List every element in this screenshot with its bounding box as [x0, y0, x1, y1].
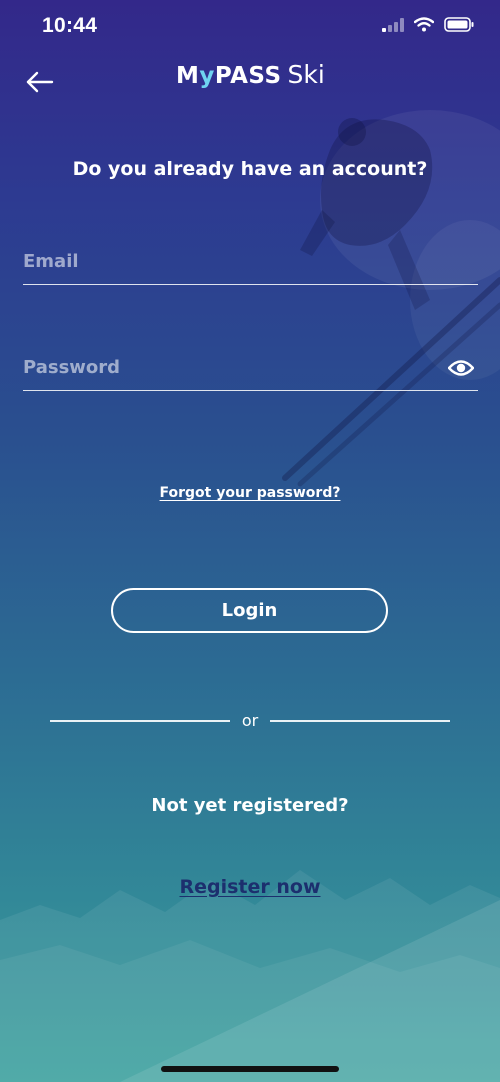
arrow-left-icon — [26, 71, 54, 93]
login-button[interactable]: Login — [111, 588, 388, 633]
status-bar: 10:44 — [0, 0, 500, 56]
status-icons — [382, 17, 474, 32]
or-divider: or — [50, 708, 450, 734]
battery-icon — [444, 17, 474, 32]
login-screen: 10:44 MyPASS Ski Do you already have an … — [0, 0, 500, 1082]
password-field-container — [23, 346, 478, 391]
password-field[interactable] — [23, 352, 423, 382]
page-title: Do you already have an account? — [72, 158, 428, 180]
logo-brand: MyPASS — [176, 63, 282, 89]
mypass-ski-logo: MyPASS Ski — [176, 60, 325, 100]
eye-icon[interactable] — [448, 358, 474, 378]
email-field-container — [23, 240, 478, 285]
email-field[interactable] — [23, 246, 423, 276]
status-time: 10:44 — [42, 14, 98, 37]
forgot-password-link[interactable]: Forgot your password? — [0, 485, 500, 501]
logo-sub: Ski — [287, 60, 325, 89]
back-button[interactable] — [24, 66, 56, 98]
not-registered-prompt: Not yet registered? — [151, 795, 349, 816]
wifi-icon — [414, 17, 434, 32]
register-now-link[interactable]: Register now — [0, 876, 500, 898]
home-indicator[interactable] — [161, 1066, 339, 1072]
divider-line-right — [270, 720, 450, 722]
cellular-signal-icon — [382, 17, 404, 32]
